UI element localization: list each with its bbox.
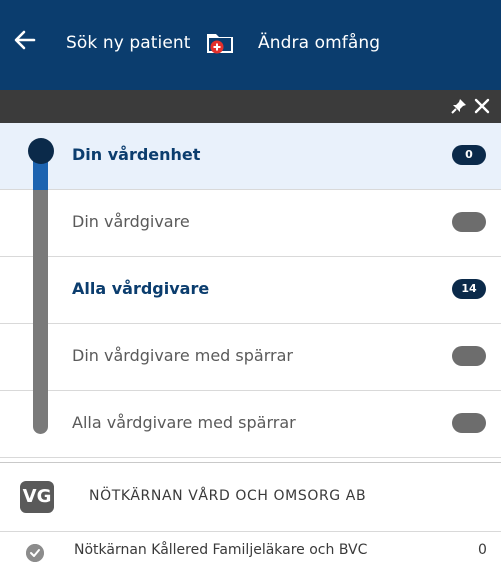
panel-toolbar	[0, 90, 501, 123]
care-provider-badge: VG	[20, 481, 54, 513]
new-patient-link[interactable]: Sök ny patient	[66, 33, 191, 53]
level-din-vardgivare[interactable]: Din vårdgivare	[0, 190, 501, 257]
count-badge	[452, 346, 486, 366]
scope-slider-handle[interactable]	[28, 138, 54, 164]
care-provider-name: Nötkärnan Vård och Omsorg AB	[89, 488, 367, 504]
level-label: Alla vårdgivare	[72, 279, 210, 298]
level-alla-vardgivare[interactable]: Alla vårdgivare 14	[0, 257, 501, 324]
count-badge: 0	[452, 145, 486, 165]
top-bar: Sök ny patient Ändra omfång	[0, 0, 501, 90]
level-din-vardgivare-med-sparrar[interactable]: Din vårdgivare med spärrar	[0, 324, 501, 391]
care-unit-count: 0	[478, 542, 487, 558]
check-circle-icon	[26, 544, 44, 562]
care-unit-name: Nötkärnan Kållered Familjeläkare och BVC	[74, 542, 368, 558]
care-unit-row[interactable]: Nötkärnan Kållered Familjeläkare och BVC…	[0, 534, 501, 566]
level-din-vardenhet[interactable]: Din vårdenhet 0	[0, 123, 501, 190]
level-label: Din vårdgivare	[72, 212, 190, 231]
level-label: Alla vårdgivare med spärrar	[72, 413, 296, 432]
arrow-left-icon[interactable]	[12, 27, 38, 53]
care-provider-row[interactable]: VG Nötkärnan Vård och Omsorg AB	[0, 462, 501, 532]
close-icon[interactable]	[473, 97, 491, 115]
count-badge	[452, 413, 486, 433]
level-label: Din vårdenhet	[72, 145, 201, 164]
change-scope-link[interactable]: Ändra omfång	[258, 33, 380, 53]
folder-medical-icon[interactable]	[205, 29, 235, 55]
level-label: Din vårdgivare med spärrar	[72, 346, 293, 365]
level-alla-vardgivare-med-sparrar[interactable]: Alla vårdgivare med spärrar	[0, 391, 501, 458]
access-level-list: Din vårdenhet 0 Din vårdgivare Alla vård…	[0, 123, 501, 463]
pin-icon[interactable]	[450, 97, 468, 115]
count-badge	[452, 212, 486, 232]
count-badge: 14	[452, 279, 486, 299]
